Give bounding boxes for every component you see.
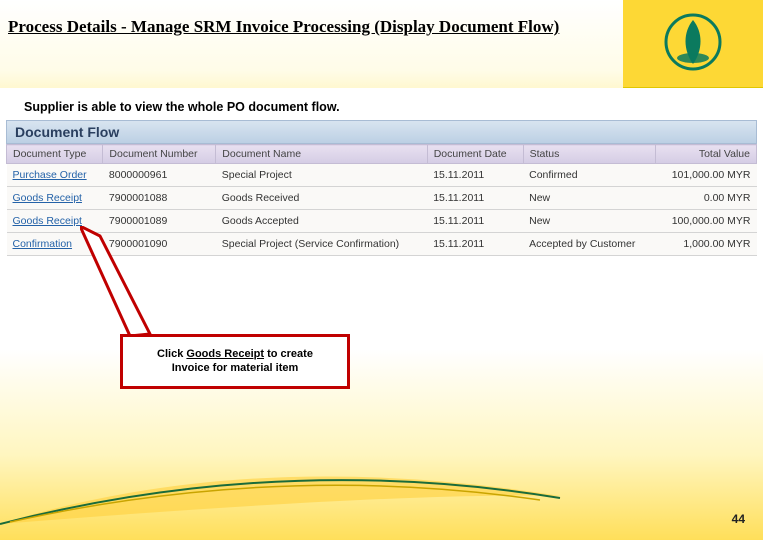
cell-value: 100,000.00 MYR bbox=[655, 210, 756, 233]
cell-doc-number: 7900001088 bbox=[103, 187, 216, 210]
col-total-value: Total Value bbox=[655, 145, 756, 164]
slide-title: Process Details - Manage SRM Invoice Pro… bbox=[8, 16, 598, 38]
section-header: Document Flow bbox=[6, 120, 757, 144]
cell-value: 101,000.00 MYR bbox=[655, 164, 756, 187]
cell-doc-number: 8000000961 bbox=[103, 164, 216, 187]
col-doc-type: Document Type bbox=[7, 145, 103, 164]
cell-doc-name: Special Project bbox=[216, 164, 427, 187]
logo-area bbox=[623, 0, 763, 88]
doc-type-link[interactable]: Goods Receipt bbox=[7, 187, 103, 210]
petronas-logo-icon bbox=[663, 12, 723, 72]
cell-doc-number: 7900001089 bbox=[103, 210, 216, 233]
col-doc-name: Document Name bbox=[216, 145, 427, 164]
table-row: Goods Receipt 7900001089 Goods Accepted … bbox=[7, 210, 757, 233]
cell-doc-name: Goods Received bbox=[216, 187, 427, 210]
cell-status: New bbox=[523, 187, 655, 210]
cell-status: New bbox=[523, 210, 655, 233]
doc-type-link[interactable]: Purchase Order bbox=[7, 164, 103, 187]
col-status: Status bbox=[523, 145, 655, 164]
table-header-row: Document Type Document Number Document N… bbox=[7, 145, 757, 164]
table-row: Goods Receipt 7900001088 Goods Received … bbox=[7, 187, 757, 210]
table-row: Purchase Order 8000000961 Special Projec… bbox=[7, 164, 757, 187]
cell-doc-date: 15.11.2011 bbox=[427, 233, 523, 256]
document-flow-section: Document Flow Document Type Document Num… bbox=[6, 120, 757, 256]
cell-value: 1,000.00 MYR bbox=[655, 233, 756, 256]
cell-doc-number: 7900001090 bbox=[103, 233, 216, 256]
cell-status: Accepted by Customer bbox=[523, 233, 655, 256]
slide-subtitle: Supplier is able to view the whole PO do… bbox=[24, 100, 340, 114]
cell-doc-date: 15.11.2011 bbox=[427, 210, 523, 233]
callout-prefix: Click bbox=[157, 348, 186, 360]
cell-value: 0.00 MYR bbox=[655, 187, 756, 210]
document-flow-table: Document Type Document Number Document N… bbox=[6, 144, 757, 256]
col-doc-date: Document Date bbox=[427, 145, 523, 164]
cell-doc-date: 15.11.2011 bbox=[427, 187, 523, 210]
cell-doc-date: 15.11.2011 bbox=[427, 164, 523, 187]
background-gradient bbox=[0, 350, 763, 540]
col-doc-number: Document Number bbox=[103, 145, 216, 164]
table-row: Confirmation 7900001090 Special Project … bbox=[7, 233, 757, 256]
cell-doc-name: Goods Accepted bbox=[216, 210, 427, 233]
decorative-swoosh-icon bbox=[0, 456, 763, 526]
doc-type-link[interactable]: Confirmation bbox=[7, 233, 103, 256]
doc-type-link[interactable]: Goods Receipt bbox=[7, 210, 103, 233]
cell-doc-name: Special Project (Service Confirmation) bbox=[216, 233, 427, 256]
instruction-callout: Click Goods Receipt to create Invoice fo… bbox=[120, 334, 350, 389]
page-number: 44 bbox=[732, 512, 745, 526]
callout-link-text: Goods Receipt bbox=[186, 348, 264, 360]
cell-status: Confirmed bbox=[523, 164, 655, 187]
